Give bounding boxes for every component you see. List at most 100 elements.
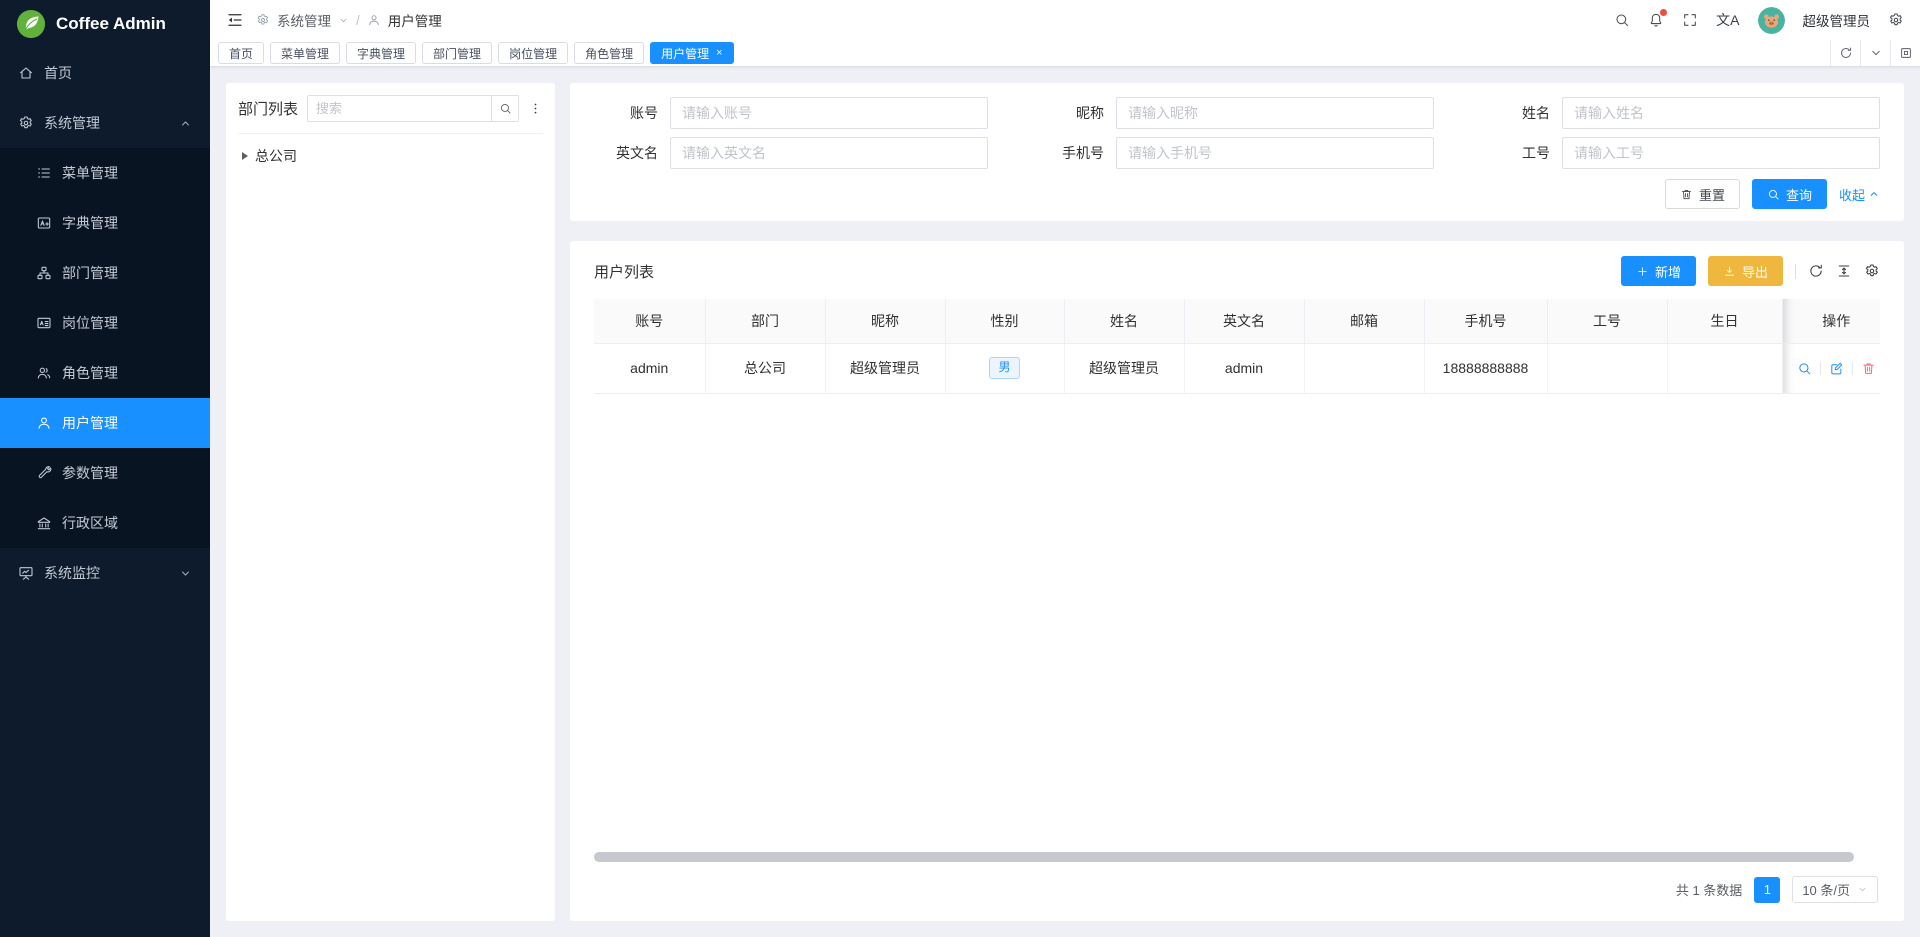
id-card-icon (36, 315, 52, 331)
action-divider (1820, 362, 1821, 375)
reset-button[interactable]: 重置 (1665, 179, 1740, 209)
tab-label: 菜单管理 (281, 45, 329, 62)
scrollbar-thumb[interactable] (594, 852, 1854, 862)
sidebar-item-region[interactable]: 行政区域 (0, 498, 210, 548)
gear-icon (18, 115, 34, 131)
query-button-label: 查询 (1786, 185, 1812, 204)
search-icon[interactable] (1614, 12, 1630, 28)
tab-label: 首页 (229, 45, 253, 62)
horizontal-scrollbar (594, 852, 1880, 862)
tab-dept-mgmt[interactable]: 部门管理 (422, 42, 492, 64)
chevron-down-icon (338, 15, 349, 26)
user-table: 账号 部门 昵称 性别 姓名 英文名 邮箱 手机号 工号 生日 操作 (594, 299, 1880, 394)
work-no-field[interactable] (1562, 137, 1880, 169)
col-nickname: 昵称 (825, 299, 945, 343)
chevron-up-icon (179, 117, 192, 130)
sidebar-item-label: 角色管理 (62, 363, 118, 383)
people-icon (36, 365, 52, 381)
col-birthday: 生日 (1667, 299, 1782, 343)
sidebar-item-monitor[interactable]: 系统监控 (0, 548, 210, 598)
chevron-down-icon[interactable] (1860, 40, 1890, 66)
fullscreen-icon[interactable] (1682, 12, 1698, 28)
export-button[interactable]: 导出 (1708, 256, 1783, 286)
sidebar-item-param-mgmt[interactable]: 参数管理 (0, 448, 210, 498)
sidebar-item-post-mgmt[interactable]: 岗位管理 (0, 298, 210, 348)
refresh-icon[interactable] (1808, 263, 1824, 279)
page-size-select[interactable]: 10 条/页 (1792, 876, 1878, 903)
sidebar-item-dept-mgmt[interactable]: 部门管理 (0, 248, 210, 298)
sidebar-item-role-mgmt[interactable]: 角色管理 (0, 348, 210, 398)
tree-node-company[interactable]: 总公司 (238, 134, 543, 166)
tab-dict-mgmt[interactable]: 字典管理 (346, 42, 416, 64)
sidebar-item-user-mgmt[interactable]: 用户管理 (0, 398, 210, 448)
app-title: Coffee Admin (56, 14, 166, 34)
tab-home[interactable]: 首页 (218, 42, 264, 64)
column-settings-gear-icon[interactable] (1864, 263, 1880, 279)
table-header-bar: 用户列表 新增 导出 (594, 253, 1880, 289)
view-magnifier-icon[interactable] (1797, 361, 1812, 376)
sidebar-item-menu-mgmt[interactable]: 菜单管理 (0, 148, 210, 198)
caret-right-icon[interactable] (242, 152, 248, 160)
edit-icon[interactable] (1829, 361, 1844, 376)
phone-field[interactable] (1116, 137, 1434, 169)
cell-dept: 总公司 (705, 343, 825, 393)
department-panel: 部门列表 总公司 (226, 83, 555, 921)
right-column: 账号 昵称 姓名 英文名 (570, 83, 1904, 921)
username[interactable]: 超级管理员 (1803, 10, 1871, 30)
translate-icon[interactable]: 文A (1716, 13, 1739, 27)
query-button[interactable]: 查询 (1752, 179, 1827, 209)
collapse-link[interactable]: 收起 (1839, 185, 1880, 204)
col-name: 姓名 (1064, 299, 1184, 343)
avatar[interactable] (1758, 7, 1785, 34)
tree-node-label: 总公司 (255, 146, 297, 166)
col-email: 邮箱 (1304, 299, 1424, 343)
close-icon[interactable]: × (716, 48, 722, 59)
refresh-icon[interactable] (1830, 40, 1860, 66)
sidebar-item-label: 岗位管理 (62, 313, 118, 333)
app-logo: Coffee Admin (0, 0, 210, 48)
sidebar-item-home[interactable]: 首页 (0, 48, 210, 98)
sidebar-item-system[interactable]: 系统管理 (0, 98, 210, 148)
more-options-dots-icon[interactable] (528, 101, 543, 116)
account-field[interactable] (670, 97, 988, 129)
department-panel-header: 部门列表 (238, 95, 543, 134)
cell-email (1304, 343, 1424, 393)
bank-icon (36, 515, 52, 531)
tab-controls (1830, 40, 1920, 66)
row-density-icon[interactable] (1836, 263, 1852, 279)
sidebar-item-dict-mgmt[interactable]: 字典管理 (0, 198, 210, 248)
add-button[interactable]: 新增 (1621, 256, 1696, 286)
page-1-button[interactable]: 1 (1754, 877, 1780, 903)
settings-gear-icon[interactable] (1888, 12, 1904, 28)
topbar-actions: 文A 超级管理员 (1614, 7, 1904, 34)
department-search-input[interactable] (307, 95, 491, 122)
en-name-field[interactable] (670, 137, 988, 169)
notifications-button[interactable] (1648, 12, 1664, 28)
form-item-nickname: 昵称 (1040, 97, 1434, 129)
nickname-field[interactable] (1116, 97, 1434, 129)
chevron-up-icon (1868, 188, 1880, 200)
tab-role-mgmt[interactable]: 角色管理 (574, 42, 644, 64)
department-search-button[interactable] (491, 95, 519, 122)
pagination-total: 共 1 条数据 (1676, 880, 1742, 899)
tab-user-mgmt-active[interactable]: 用户管理 × (650, 42, 733, 64)
plus-icon (1636, 265, 1649, 278)
form-item-name: 姓名 (1486, 97, 1880, 129)
col-dept: 部门 (705, 299, 825, 343)
col-actions: 操作 (1782, 299, 1880, 343)
export-button-label: 导出 (1742, 262, 1768, 281)
field-label: 昵称 (1040, 103, 1104, 123)
sidebar-fold-icon[interactable] (226, 11, 244, 29)
tab-post-mgmt[interactable]: 岗位管理 (498, 42, 568, 64)
tab-menu-mgmt[interactable]: 菜单管理 (270, 42, 340, 64)
table-header-row: 账号 部门 昵称 性别 姓名 英文名 邮箱 手机号 工号 生日 操作 (594, 299, 1880, 343)
table-toolbar: 新增 导出 (1621, 256, 1880, 286)
dictionary-icon (36, 215, 52, 231)
maximize-icon[interactable] (1890, 40, 1920, 66)
breadcrumb-item-system[interactable]: 系统管理 (277, 10, 331, 30)
toolbar-divider (1795, 264, 1796, 279)
name-field[interactable] (1562, 97, 1880, 129)
search-icon (499, 102, 512, 115)
delete-trash-icon[interactable] (1861, 361, 1876, 376)
sidebar-item-label: 系统管理 (44, 113, 100, 133)
